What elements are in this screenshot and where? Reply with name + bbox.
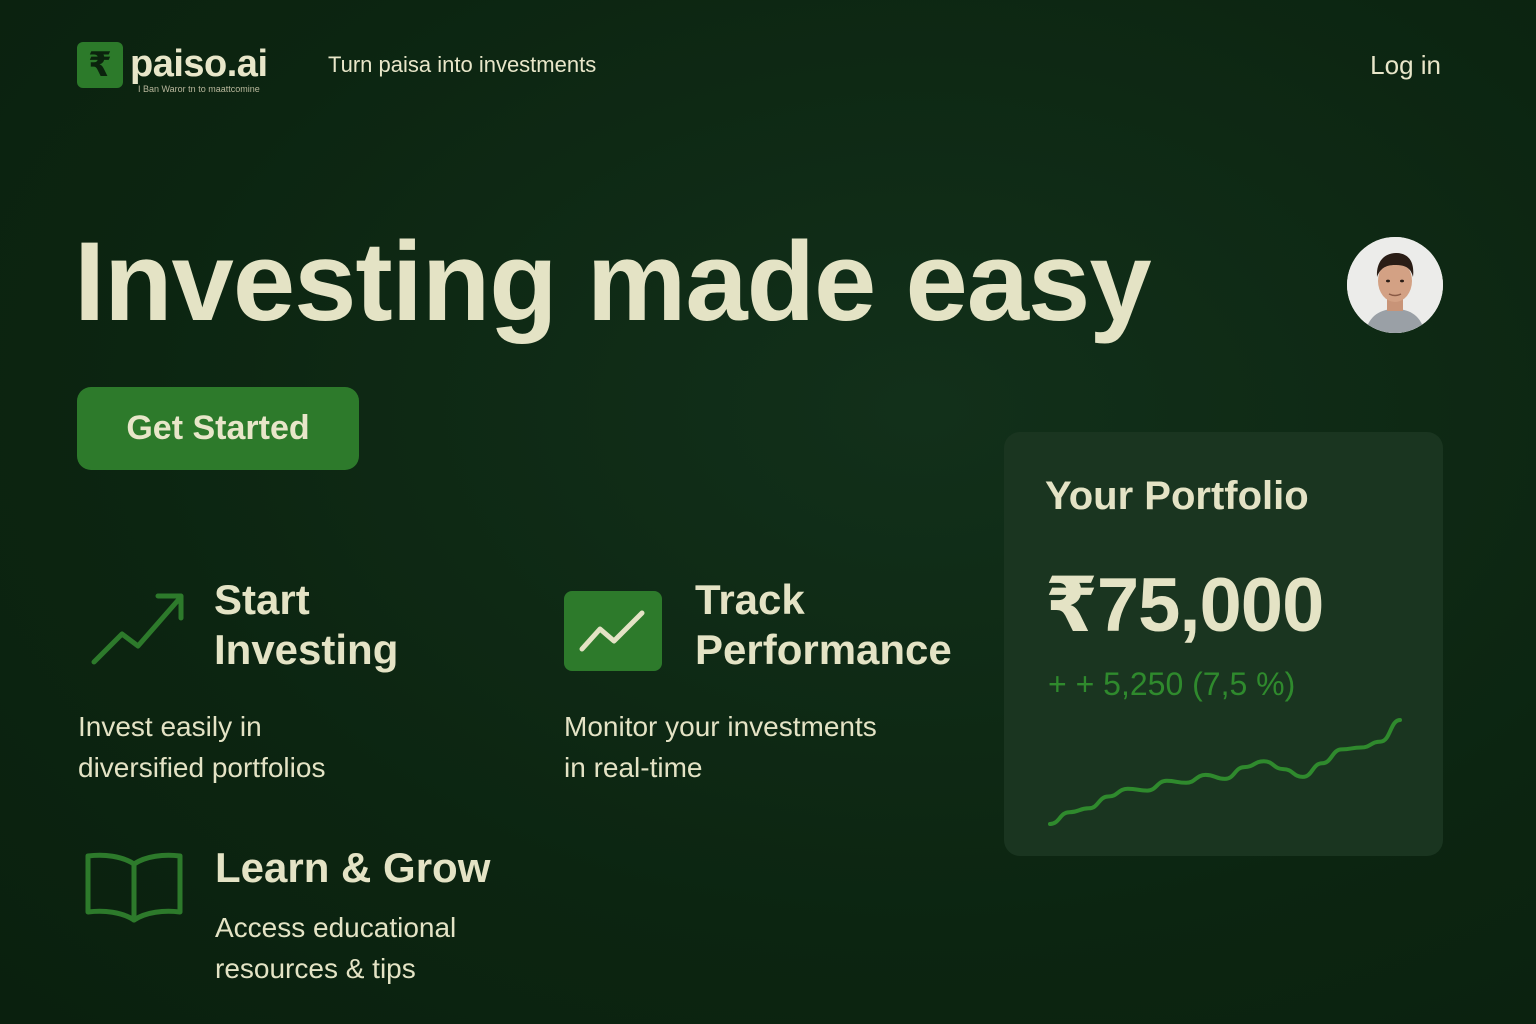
feature-desc-line: Invest easily in: [78, 711, 262, 742]
feature-title-start-investing: Start Investing: [214, 575, 398, 675]
trending-up-icon: [88, 588, 188, 673]
feature-desc-start-investing: Invest easily in diversified portfolios: [78, 706, 325, 788]
feature-title-line: Performance: [695, 626, 952, 673]
login-link[interactable]: Log in: [1370, 50, 1441, 81]
portfolio-value: ₹75,000: [1045, 563, 1324, 648]
feature-title-line: Investing: [214, 626, 399, 673]
feature-desc-track-performance: Monitor your investments in real-time: [564, 706, 877, 788]
rupee-logo-icon: ₹: [77, 42, 123, 88]
hero-title: Investing made easy: [74, 219, 1152, 344]
book-icon: [84, 850, 184, 929]
logo-subtitle: I Ban Waror tn to maattcomine: [138, 84, 260, 94]
portfolio-card[interactable]: Your Portfolio ₹75,000 + + 5,250 (7,5 %): [1004, 432, 1443, 856]
feature-desc-line: Monitor your investments: [564, 711, 877, 742]
portfolio-change: + + 5,250 (7,5 %): [1048, 666, 1296, 702]
feature-desc-line: resources & tips: [215, 953, 416, 984]
portfolio-sparkline: [1048, 718, 1402, 826]
feature-title-line: Start: [214, 576, 310, 623]
landing-page: ₹ paiso.ai I Ban Waror tn to maattcomine…: [0, 0, 1536, 1024]
feature-desc-line: Access educational: [215, 912, 457, 943]
feature-desc-line: in real-time: [564, 752, 703, 783]
logo[interactable]: ₹ paiso.ai I Ban Waror tn to maattcomine: [77, 42, 268, 94]
sparkline-line: [1048, 718, 1402, 826]
portfolio-title: Your Portfolio: [1045, 474, 1309, 518]
tagline: Turn paisa into investments: [328, 52, 597, 77]
feature-desc-learn-grow: Access educational resources & tips: [215, 907, 456, 989]
feature-title-learn-grow: Learn & Grow: [215, 844, 491, 891]
feature-title-track-performance: Track Performance: [695, 575, 952, 675]
avatar[interactable]: [1347, 237, 1443, 333]
chart-line-icon: [564, 591, 662, 676]
logo-text: paiso.ai I Ban Waror tn to maattcomine: [130, 42, 268, 94]
feature-desc-line: diversified portfolios: [78, 752, 326, 783]
user-avatar-icon: [1347, 237, 1443, 333]
feature-title-line: Track: [695, 576, 805, 623]
logo-name: paiso.ai: [130, 43, 268, 85]
get-started-button[interactable]: Get Started: [77, 387, 359, 470]
